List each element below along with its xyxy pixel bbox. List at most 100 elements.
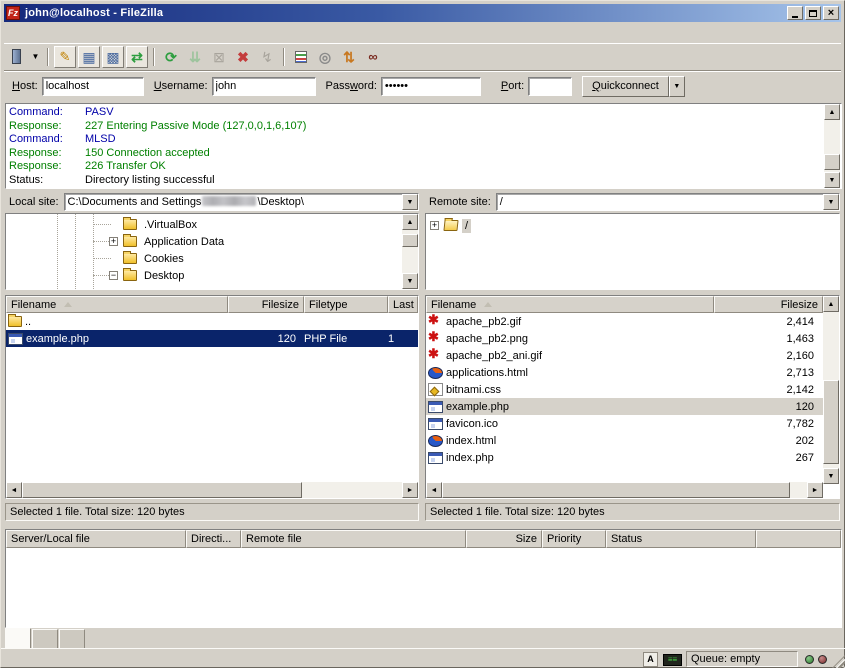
scrollbar-thumb[interactable] [22, 482, 302, 498]
compare-button[interactable]: ◎ [314, 46, 336, 68]
site-manager-button[interactable] [5, 46, 27, 68]
file-row-favicon-ico[interactable]: favicon.ico 7,782 [426, 415, 823, 432]
transfer-queue: Server/Local file Directi... Remote file… [5, 529, 842, 628]
menu-bookmarks[interactable] [84, 30, 100, 36]
maximize-button[interactable] [805, 6, 821, 20]
process-queue-button[interactable]: ⇊ [184, 46, 206, 68]
tree-expander[interactable]: − [109, 271, 118, 280]
menu-help[interactable] [100, 30, 116, 36]
queue-status: Queue: empty [686, 651, 798, 667]
file-row-index-php[interactable]: index.php 267 [426, 449, 823, 466]
tree-item-root[interactable]: + / [426, 217, 839, 234]
menu-transfer[interactable] [52, 30, 68, 36]
filter-button[interactable] [290, 46, 312, 68]
tab-failed-transfers[interactable] [32, 629, 58, 648]
local-path-dropdown[interactable]: ▼ [402, 194, 418, 210]
disconnect-button[interactable]: ✖ [232, 46, 254, 68]
file-row-apache-pb2-ani-gif[interactable]: apache_pb2_ani.gif 2,160 [426, 347, 823, 364]
menu-edit[interactable] [20, 30, 36, 36]
quickconnect-dropdown[interactable]: ▼ [669, 76, 685, 97]
local-path-combobox[interactable]: C:\Documents and Settings\Desktop\ ▼ [64, 193, 419, 211]
password-input[interactable] [381, 77, 481, 96]
column-header-status[interactable]: Status [606, 530, 756, 548]
tab-queued-files[interactable] [5, 628, 31, 648]
scroll-right-button[interactable]: ► [402, 482, 418, 498]
username-input[interactable] [212, 77, 316, 96]
scroll-down-button[interactable]: ▼ [824, 172, 840, 188]
refresh-button[interactable]: ⟳ [160, 46, 182, 68]
sort-ascending-icon [64, 302, 72, 307]
scroll-up-button[interactable]: ▲ [824, 104, 840, 120]
speed-limits-icon[interactable]: ≡≡ [663, 654, 682, 666]
quickconnect-button[interactable]: Quickconnect [582, 76, 669, 97]
tree-item-desktop[interactable]: − Desktop [6, 267, 418, 284]
column-header-filesize[interactable]: Filesize [714, 296, 823, 313]
tree-item-application-data[interactable]: + Application Data [6, 233, 418, 250]
column-header-direction[interactable]: Directi... [186, 530, 241, 548]
site-manager-dropdown[interactable]: ▼ [29, 46, 42, 68]
file-icon [8, 316, 22, 327]
file-row-index-html[interactable]: index.html 202 [426, 432, 823, 449]
tree-expander[interactable]: + [430, 221, 439, 230]
host-input[interactable] [42, 77, 144, 96]
tab-successful-transfers[interactable] [59, 629, 85, 648]
tree-item-virtualbox[interactable]: .VirtualBox [6, 216, 418, 233]
file-row-apache-pb2-gif[interactable]: apache_pb2.gif 2,414 [426, 313, 823, 330]
file-row-bitnami-css[interactable]: bitnami.css 2,142 [426, 381, 823, 398]
column-header-size[interactable]: Size [466, 530, 542, 548]
maximize-icon [809, 10, 817, 17]
toggle-queue-button[interactable]: ⇄ [126, 46, 148, 68]
toggle-message-log-button[interactable]: ✎ [54, 46, 76, 68]
column-header-filename[interactable]: Filename [426, 296, 714, 313]
toggle-local-tree-button[interactable]: ▦ [78, 46, 100, 68]
scroll-down-button[interactable]: ▼ [402, 273, 418, 289]
status-bar: A ≡≡ Queue: empty [1, 648, 845, 668]
scrollbar-thumb[interactable] [402, 234, 418, 247]
tree-expander[interactable]: + [109, 237, 118, 246]
file-row-apache-pb2-png[interactable]: apache_pb2.png 1,463 [426, 330, 823, 347]
column-header-filename[interactable]: Filename [6, 296, 228, 313]
toggle-remote-tree-button[interactable]: ▩ [102, 46, 124, 68]
file-row-applications-html[interactable]: applications.html 2,713 [426, 364, 823, 381]
scroll-up-button[interactable]: ▲ [823, 296, 839, 312]
cancel-button[interactable]: ⊠ [208, 46, 230, 68]
remote-path-dropdown[interactable]: ▼ [823, 194, 839, 210]
column-header-filesize[interactable]: Filesize [228, 296, 304, 313]
menu-file[interactable] [4, 30, 20, 36]
toolbar-separator [153, 48, 155, 66]
column-header-priority[interactable]: Priority [542, 530, 606, 548]
data-type-icon[interactable]: A [643, 652, 658, 667]
file-row-example-php[interactable]: example.php 120 [426, 398, 823, 415]
reconnect-button[interactable]: ↯ [256, 46, 278, 68]
remote-site-bar: Remote site: / ▼ [425, 193, 840, 211]
column-header-filetype[interactable]: Filetype [304, 296, 388, 313]
scroll-down-button[interactable]: ▼ [823, 468, 839, 484]
column-header-remote-file[interactable]: Remote file [241, 530, 466, 548]
scrollbar-thumb[interactable] [824, 154, 840, 170]
remote-path-combobox[interactable]: / ▼ [496, 193, 840, 211]
find-button[interactable]: ∞ [362, 46, 384, 68]
minimize-button[interactable] [787, 6, 803, 20]
local-directory-tree: .VirtualBox + Application Data Cookies −… [5, 213, 419, 290]
scrollbar-thumb[interactable] [823, 380, 839, 464]
menu-view[interactable] [36, 30, 52, 36]
port-input[interactable] [528, 77, 572, 96]
resize-grip[interactable] [832, 655, 845, 668]
sync-browse-button[interactable]: ⇅ [338, 46, 360, 68]
scrollbar-thumb[interactable] [442, 482, 790, 498]
title-bar: Fz john@localhost - FileZilla × [4, 4, 841, 22]
minimize-icon [792, 16, 798, 18]
tree-item-cookies[interactable]: Cookies [6, 250, 418, 267]
file-icon [428, 435, 443, 447]
scroll-right-button[interactable]: ► [807, 482, 823, 498]
column-header-server-local-file[interactable]: Server/Local file [6, 530, 186, 548]
menu-server[interactable] [68, 30, 84, 36]
file-row-example-php[interactable]: example.php 120 PHP File 1 [6, 330, 418, 347]
scroll-left-button[interactable]: ◄ [6, 482, 22, 498]
toolbar: ▼ ✎ ▦ ▩ ⇄ ⟳ ⇊ ⊠ ✖ ↯ [4, 43, 841, 69]
file-row-parent-dir[interactable]: .. [6, 313, 418, 330]
scroll-left-button[interactable]: ◄ [426, 482, 442, 498]
column-header-last-modified[interactable]: Last modified [388, 296, 418, 313]
close-button[interactable]: × [823, 6, 839, 20]
scroll-up-button[interactable]: ▲ [402, 214, 418, 230]
